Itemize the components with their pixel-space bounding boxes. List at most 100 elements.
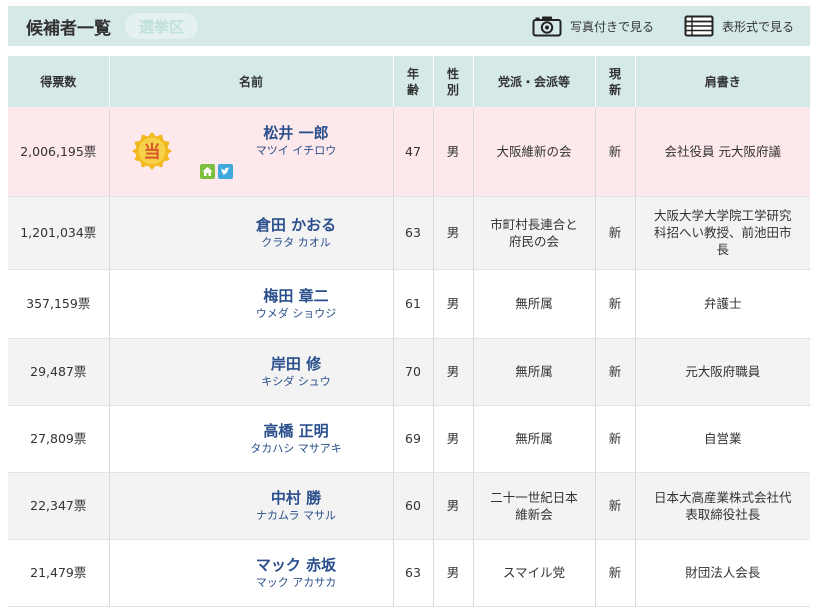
tab-senkyoku[interactable]: 選挙区 [125, 13, 199, 39]
age-cell: 69 [393, 405, 434, 473]
career-line1: 大阪大学大学院工学研究 [653, 208, 792, 223]
name-cell: 当 松井 一郎 マツイ イチロウ [109, 107, 394, 197]
votes-cell: 1,201,034票 [8, 196, 110, 270]
name-cell: 倉田 かおる クラタ カオル [109, 196, 394, 270]
name-cell: 岸田 修 キシダ シュウ [109, 338, 394, 406]
col-status-line2: 新 [608, 82, 621, 97]
col-age-line2: 齢 [406, 82, 419, 97]
table-view-button[interactable]: 表形式で見る [684, 6, 794, 46]
status-cell: 新 [595, 269, 636, 339]
candidate-kana: クラタ カオル [261, 235, 331, 249]
party-cell: 無所属 [473, 338, 596, 406]
candidate-name[interactable]: 岸田 修 [200, 354, 393, 374]
age-cell: 47 [393, 107, 434, 197]
sex-cell: 男 [433, 472, 474, 540]
party-cell: 無所属 [473, 405, 596, 473]
career-cell: 元大阪府職員 [635, 338, 810, 406]
career-line1: 元大阪府職員 [685, 364, 761, 379]
party-cell: スマイル党 [473, 539, 596, 607]
candidate-kana: マツイ イチロウ [255, 144, 337, 158]
votes-cell: 29,487票 [8, 338, 110, 406]
table-row: 357,159票 梅田 章二 ウメダ ショウジ 61 男 無所属 新 弁護士 [8, 269, 810, 339]
top-bar: 候補者一覧 選挙区 写真付きで見る 表形式で見る [8, 6, 810, 46]
table-row: 21,479票 マック 赤坂 マック アカサカ 63 男 スマイル党 新 財団法… [8, 539, 810, 607]
table-row: 29,487票 岸田 修 キシダ シュウ 70 男 無所属 新 元大阪府職員 [8, 338, 810, 406]
col-votes[interactable]: 得票数 [8, 56, 110, 107]
career-cell: 自営業 [635, 405, 810, 473]
party-line1: 無所属 [515, 431, 553, 446]
col-party[interactable]: 党派・会派等 [473, 56, 596, 107]
camera-icon [532, 15, 562, 37]
candidate-kana: タカハシ マサアキ [250, 441, 342, 455]
career-line1: 財団法人会長 [685, 565, 761, 580]
sex-cell: 男 [433, 196, 474, 270]
sex-cell: 男 [433, 107, 474, 197]
table-header-row: 得票数 名前 年齢 性別 党派・会派等 現新 肩書き [8, 56, 810, 107]
votes-cell: 2,006,195票 [8, 107, 110, 197]
candidate-name[interactable]: 倉田 かおる [200, 215, 393, 235]
votes-cell: 27,809票 [8, 405, 110, 473]
age-cell: 60 [393, 472, 434, 540]
photo-view-label: 写真付きで見る [570, 19, 655, 34]
col-career[interactable]: 肩書き [635, 56, 810, 107]
candidate-kana: ウメダ ショウジ [255, 306, 337, 320]
table-row: 1,201,034票 倉田 かおる クラタ カオル 63 男 市町村長連合と 府民… [8, 196, 810, 270]
career-line1: 日本大高産業株式会社代 [653, 489, 792, 505]
sex-cell: 男 [433, 405, 474, 473]
candidate-name[interactable]: 高橋 正明 [200, 421, 393, 441]
status-cell: 新 [595, 539, 636, 607]
age-cell: 61 [393, 269, 434, 339]
party-line2: 府民の会 [508, 233, 559, 249]
party-line1: 大阪維新の会 [496, 143, 572, 159]
career-line1: 会社役員 元大阪府議 [664, 143, 781, 159]
status-cell: 新 [595, 472, 636, 540]
party-line1: 二十一世紀日本 [490, 489, 578, 505]
col-age[interactable]: 年齢 [393, 56, 434, 107]
name-cell: 中村 勝 ナカムラ マサル [109, 472, 394, 540]
col-name[interactable]: 名前 [109, 56, 394, 107]
candidate-name[interactable]: マック 赤坂 [200, 555, 393, 575]
votes-cell: 357,159票 [8, 269, 110, 339]
table-row: 2,006,195票 当 松井 一郎 マツイ イチロウ 47 男 大阪維新の会 … [8, 107, 810, 197]
col-status-line1: 現 [608, 66, 621, 81]
status-cell: 新 [595, 405, 636, 473]
candidates-table: 得票数 名前 年齢 性別 党派・会派等 現新 肩書き 2,006,195票 当 [8, 56, 810, 607]
home-icon[interactable] [199, 164, 215, 180]
col-sex-line1: 性 [446, 66, 459, 81]
status-cell: 新 [595, 338, 636, 406]
career-line2: 表取締役社長 [685, 506, 761, 522]
candidate-kana: キシダ シュウ [261, 374, 331, 388]
twitter-icon[interactable] [217, 164, 233, 180]
page-title: 候補者一覧 [26, 18, 111, 39]
votes-cell: 22,347票 [8, 472, 110, 540]
party-cell: 二十一世紀日本 維新会 [473, 472, 596, 540]
career-cell: 大阪大学大学院工学研究 科招へい教授、前池田市長 [635, 196, 810, 270]
elected-badge-label: 当 [143, 142, 160, 163]
party-line1: 市町村長連合と [490, 216, 578, 232]
sex-cell: 男 [433, 338, 474, 406]
career-cell: 日本大高産業株式会社代 表取締役社長 [635, 472, 810, 540]
col-status[interactable]: 現新 [595, 56, 636, 107]
table-list-icon [684, 15, 714, 37]
candidate-kana: ナカムラ マサル [256, 508, 336, 522]
party-line1: 無所属 [515, 364, 553, 379]
table-row: 27,809票 高橋 正明 タカハシ マサアキ 69 男 無所属 新 自営業 [8, 405, 810, 473]
sex-cell: 男 [433, 269, 474, 339]
age-cell: 63 [393, 196, 434, 270]
col-sex-line2: 別 [446, 82, 459, 97]
career-cell: 財団法人会長 [635, 539, 810, 607]
name-cell: 梅田 章二 ウメダ ショウジ [109, 269, 394, 339]
candidate-name[interactable]: 梅田 章二 [200, 286, 393, 306]
candidate-name[interactable]: 中村 勝 [200, 488, 393, 508]
col-sex[interactable]: 性別 [433, 56, 474, 107]
table-view-label: 表形式で見る [722, 19, 795, 34]
candidate-name[interactable]: 松井 一郎 [200, 123, 393, 143]
table-row: 22,347票 中村 勝 ナカムラ マサル 60 男 二十一世紀日本 維新会 新 … [8, 472, 810, 540]
party-line1: スマイル党 [502, 565, 566, 580]
career-cell: 弁護士 [635, 269, 810, 339]
party-cell: 無所属 [473, 269, 596, 339]
career-line1: 自営業 [703, 431, 742, 446]
career-line2: 科招へい教授、前池田市 [653, 225, 792, 240]
name-cell: マック 赤坂 マック アカサカ [109, 539, 394, 607]
photo-view-button[interactable]: 写真付きで見る [532, 6, 654, 46]
